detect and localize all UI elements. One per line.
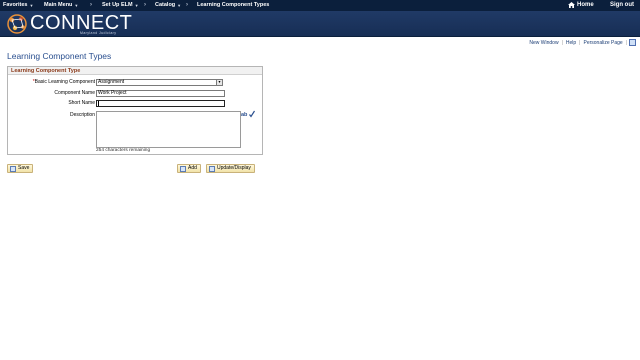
basic-learning-component-label-text: Basic Learning Component xyxy=(34,79,95,85)
new-window-link[interactable]: New Window xyxy=(526,40,561,46)
chevron-down-icon: ▼ xyxy=(177,2,182,8)
sign-out-link[interactable]: Sign out xyxy=(610,2,634,8)
nav-setup-elm[interactable]: Set Up ELM ▼ xyxy=(102,2,139,8)
app-banner: CONNECT Maryland Judiciary xyxy=(0,11,640,37)
group-box-title: Learning Component Type xyxy=(8,67,262,75)
nav-catalog-label: Catalog xyxy=(155,2,176,8)
nav-favorites-label: Favorites xyxy=(3,2,28,8)
home-link[interactable]: Home xyxy=(568,1,594,8)
save-icon xyxy=(10,165,16,172)
page-options-icon[interactable] xyxy=(629,39,636,46)
short-name-label: Short Name xyxy=(68,100,95,106)
update-display-icon xyxy=(209,165,215,172)
home-icon xyxy=(568,1,575,8)
page-title: Learning Component Types xyxy=(7,51,112,61)
chevron-down-icon: ▼ xyxy=(134,2,139,8)
svg-text:ab: ab xyxy=(241,112,248,118)
chevron-down-icon: ▼ xyxy=(74,2,79,8)
basic-learning-component-select[interactable]: Assignment ▼ xyxy=(96,79,223,86)
home-label: Home xyxy=(577,1,594,8)
update-display-button[interactable]: Update/Display xyxy=(206,164,255,173)
nav-main-menu[interactable]: Main Menu ▼ xyxy=(44,2,78,8)
nav-catalog[interactable]: Catalog ▼ xyxy=(155,2,181,8)
short-name-input[interactable] xyxy=(96,100,225,107)
basic-learning-component-label: *Basic Learning Component xyxy=(5,79,95,85)
nav-current-label: Learning Component Types xyxy=(197,2,270,8)
add-icon xyxy=(180,165,186,172)
app-logo-subtitle: Maryland Judiciary xyxy=(80,31,117,35)
basic-learning-component-value: Assignment xyxy=(98,79,125,85)
connect-logo-icon xyxy=(7,14,27,34)
nav-current-page: Learning Component Types xyxy=(197,2,269,8)
chevron-down-icon: ▼ xyxy=(29,2,34,8)
save-button[interactable]: Save xyxy=(7,164,34,173)
nav-favorites[interactable]: Favorites ▼ xyxy=(3,2,33,8)
breadcrumb-separator: › xyxy=(90,1,92,8)
personalize-page-link[interactable]: Personalize Page xyxy=(580,40,625,46)
nav-setup-elm-label: Set Up ELM xyxy=(102,2,133,8)
characters-remaining: 254 characters remaining xyxy=(96,148,151,153)
breadcrumb-separator: › xyxy=(186,1,188,8)
utility-separator: | xyxy=(625,39,627,46)
dropdown-arrow-icon[interactable]: ▼ xyxy=(216,80,222,85)
add-button-label: Add xyxy=(188,165,197,171)
top-nav-bar: Favorites ▼ Main Menu ▼ › Set Up ELM ▼ ›… xyxy=(0,0,640,11)
save-button-label: Save xyxy=(18,165,30,171)
utility-links: New Window | Help | Personalize Page | xyxy=(526,39,636,46)
breadcrumb-separator: › xyxy=(144,1,146,8)
spell-check-icon[interactable]: ab xyxy=(241,110,255,118)
nav-main-menu-label: Main Menu xyxy=(44,2,73,8)
component-name-input[interactable]: Work Project xyxy=(96,90,225,97)
description-label: Description xyxy=(69,112,95,118)
component-name-label: Component Name xyxy=(54,90,95,96)
help-link[interactable]: Help xyxy=(563,40,579,46)
description-textarea[interactable] xyxy=(96,111,241,148)
add-button[interactable]: Add xyxy=(177,164,201,173)
update-display-button-label: Update/Display xyxy=(217,165,251,171)
